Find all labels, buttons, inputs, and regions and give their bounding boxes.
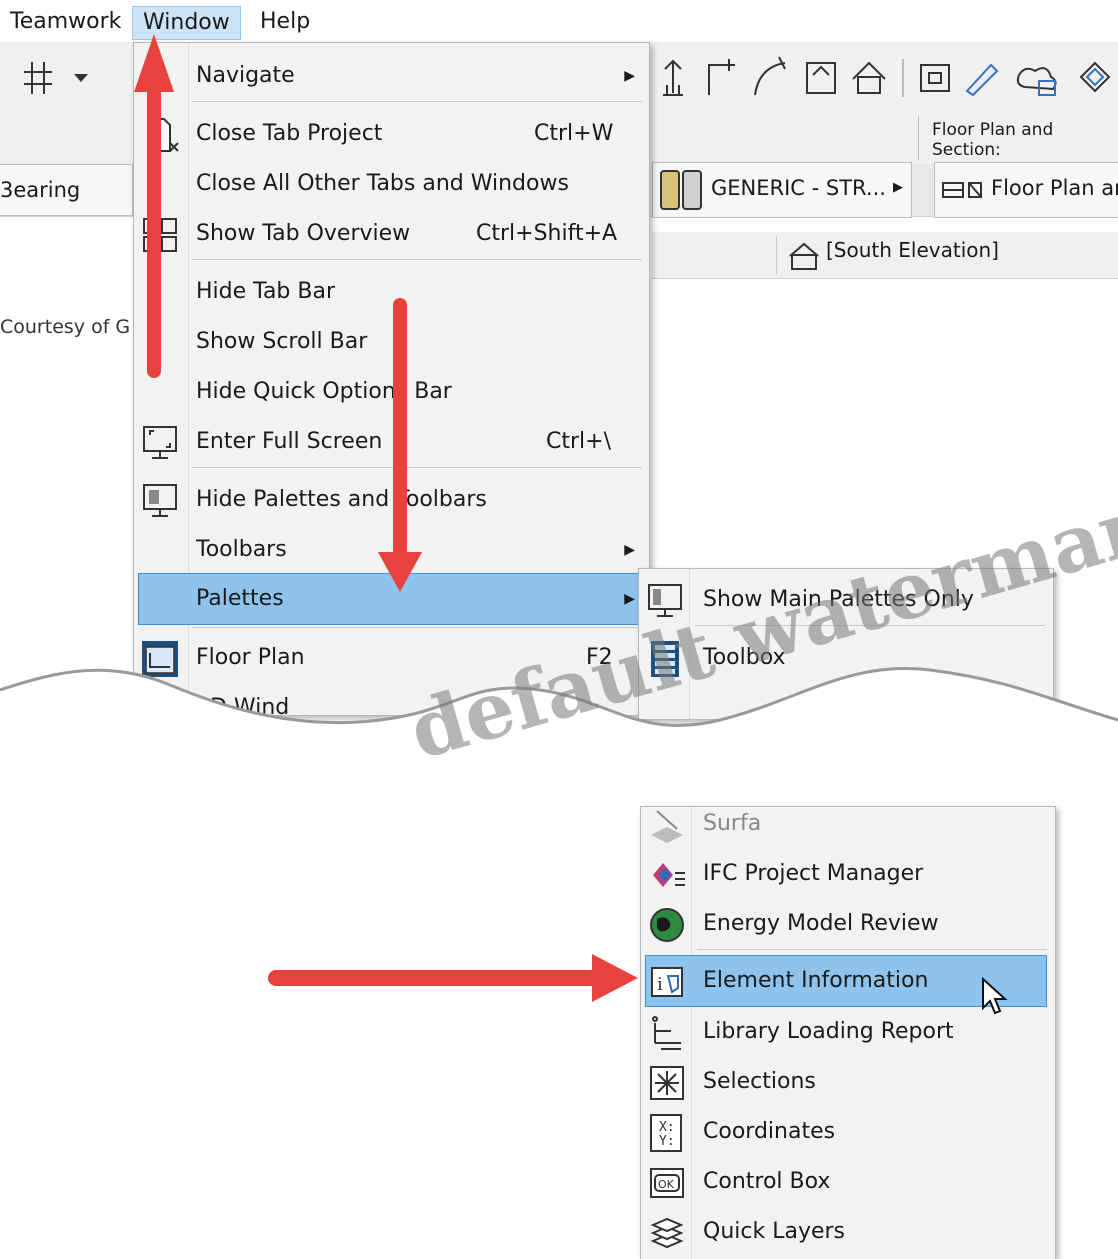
annotation-arrows xyxy=(134,34,638,1002)
